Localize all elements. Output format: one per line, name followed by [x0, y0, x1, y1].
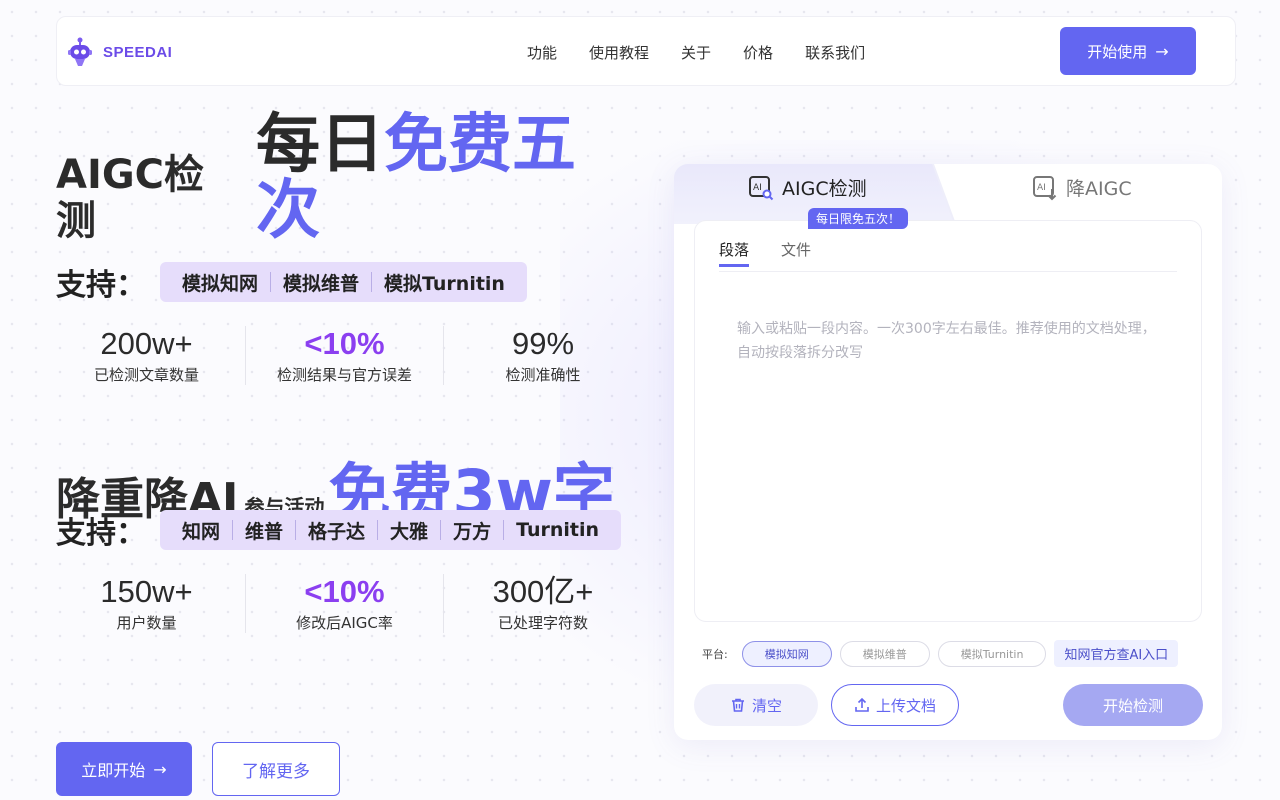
nav-item-features[interactable]: 功能 [527, 42, 557, 63]
detection-panel: AI AIGC检测 AI 降AIGC 段落 文件 平台: 模拟知网 模拟维普 模… [674, 164, 1222, 740]
support-chip: 大雅 [390, 520, 429, 543]
learn-more-button[interactable]: 了解更多 [212, 742, 340, 796]
official-cnki-link[interactable]: 知网官方查AI入口 [1054, 640, 1179, 667]
upload-icon [855, 697, 869, 712]
stat-label: 检测准确性 [505, 366, 581, 384]
nav-item-about[interactable]: 关于 [681, 42, 711, 63]
tab-reduce-aigc-label: 降AIGC [1066, 178, 1132, 200]
svg-text:AI: AI [753, 183, 762, 193]
aigc-support-chips: 模拟知网 模拟维普 模拟Turnitin [160, 262, 527, 302]
support-chip: 模拟知网 [182, 272, 259, 295]
stat-value: 99% [511, 326, 575, 361]
stat-item: 150w+ 用户数量 [48, 574, 246, 633]
platform-label: 平台: [702, 647, 728, 661]
brand-name: SPEEDAI [103, 43, 173, 61]
svg-text:AI: AI [1037, 183, 1046, 193]
support-chip: 模拟维普 [283, 272, 360, 295]
subtab-divider [719, 271, 1177, 272]
stat-label: 修改后AIGC率 [296, 614, 393, 632]
stat-label: 已检测文章数量 [93, 366, 199, 384]
start-detection-button[interactable]: 开始检测 [1063, 684, 1203, 726]
support-label: 支持： [56, 516, 146, 551]
nav-item-contact[interactable]: 联系我们 [805, 42, 865, 63]
nav-item-tutorial[interactable]: 使用教程 [589, 42, 649, 63]
support-chip: 知网 [182, 520, 221, 543]
trash-icon [731, 698, 744, 712]
arrow-right-icon: → [1155, 41, 1169, 61]
ai-detect-icon: AI [749, 175, 774, 200]
aigc-title-line2: 测 [56, 198, 96, 244]
top-navbar: SPEEDAI 功能 使用教程 关于 价格 联系我们 开始使用 → [56, 16, 1236, 86]
robot-logo-icon [68, 37, 92, 66]
input-area: 段落 文件 [694, 220, 1202, 622]
reduce-stats: 150w+ 用户数量 <10% 修改后AIGC率 300亿+ 已处理字符数 [48, 574, 642, 633]
nav-item-pricing[interactable]: 价格 [743, 42, 773, 63]
ai-reduce-icon: AI [1033, 175, 1057, 200]
stat-item: 99% 检测准确性 [444, 326, 642, 385]
reduce-support-chips: 知网 维普 格子达 大雅 万方 Turnitin [160, 510, 622, 550]
start-now-label: 立即开始 [81, 761, 146, 780]
stat-item: <10% 修改后AIGC率 [246, 574, 444, 633]
aigc-slogan: 每日免费五 次 [256, 112, 596, 244]
subtab-paragraph[interactable]: 段落 [719, 239, 750, 267]
stat-value: <10% [304, 326, 385, 361]
clear-label: 清空 [751, 696, 782, 715]
upload-document-button[interactable]: 上传文档 [831, 684, 959, 726]
reduce-support-row: 支持： 知网 维普 格子达 大雅 万方 Turnitin [56, 508, 622, 552]
input-mode-tabs: 段落 文件 [719, 239, 843, 267]
platform-option[interactable]: 模拟维普 [839, 640, 930, 667]
slogan-free-five: 免费五 [384, 108, 576, 182]
slogan-daily: 每日 [256, 108, 384, 182]
aigc-support-row: 支持： 模拟知网 模拟维普 模拟Turnitin [56, 260, 527, 304]
stat-item: 200w+ 已检测文章数量 [48, 326, 246, 385]
stat-label: 检测结果与官方误差 [276, 366, 412, 384]
tab-reduce-aigc[interactable]: AI 降AIGC [1032, 174, 1132, 201]
support-chip: Turnitin [516, 519, 600, 541]
aigc-title: AIGC检 测 [56, 152, 246, 244]
stat-value: 300亿+ [492, 574, 594, 609]
stat-label: 用户数量 [116, 614, 177, 632]
support-chip: 格子达 [308, 520, 366, 543]
stat-item: <10% 检测结果与官方误差 [246, 326, 444, 385]
get-started-button[interactable]: 开始使用 → [1060, 27, 1196, 75]
arrow-right-icon: → [153, 759, 167, 779]
stat-value: 150w+ [100, 574, 193, 609]
daily-free-badge: 每日限免五次！ [808, 208, 909, 229]
content-input[interactable] [737, 317, 1167, 597]
main-nav: 功能 使用教程 关于 价格 联系我们 [527, 17, 897, 87]
support-label: 支持： [56, 268, 146, 303]
brand-logo[interactable]: SPEEDAI [67, 37, 172, 67]
platform-option[interactable]: 模拟知网 [741, 640, 832, 667]
stat-value: 200w+ [100, 326, 193, 361]
support-chip: 万方 [453, 520, 492, 543]
slogan-times: 次 [256, 174, 320, 248]
tab-aigc-detect[interactable]: AI AIGC检测 [748, 174, 867, 201]
stat-value: <10% [304, 574, 385, 609]
platform-option[interactable]: 模拟Turnitin [937, 640, 1047, 667]
upload-label: 上传文档 [875, 696, 936, 715]
tab-aigc-detect-label: AIGC检测 [782, 178, 867, 200]
start-now-button[interactable]: 立即开始 → [56, 742, 192, 796]
stat-label: 已处理字符数 [497, 614, 588, 632]
aigc-stats: 200w+ 已检测文章数量 <10% 检测结果与官方误差 99% 检测准确性 [48, 326, 642, 385]
get-started-label: 开始使用 [1087, 42, 1148, 61]
support-chip: 模拟Turnitin [384, 272, 505, 295]
aigc-title-line1: AIGC检 [56, 152, 205, 198]
stat-item: 300亿+ 已处理字符数 [444, 574, 642, 633]
support-chip: 维普 [245, 520, 284, 543]
platform-selector: 平台: 模拟知网 模拟维普 模拟Turnitin 知网官方查AI入口 [702, 640, 1179, 667]
subtab-file[interactable]: 文件 [781, 239, 811, 267]
clear-button[interactable]: 清空 [694, 684, 818, 726]
